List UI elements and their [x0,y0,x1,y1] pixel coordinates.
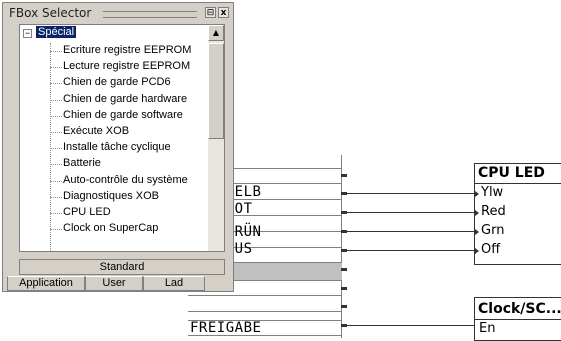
tree-branch-line [50,213,62,214]
input-arrow-icon [475,229,479,235]
tree-branch-line [50,83,62,85]
wire[interactable] [347,325,475,326]
fbox-pin[interactable]: Off [481,242,500,257]
tree-branch-line [50,180,62,182]
fbox-divider [475,319,561,320]
tree-item-label: Installe tâche cyclique [63,141,171,154]
fbox-pin[interactable]: Ylw [481,185,503,200]
close-button[interactable]: x [218,7,229,18]
fbox-pin[interactable]: Grn [481,223,504,238]
tree-item-label: Batterie [63,157,101,170]
input-arrow-icon [475,210,479,216]
fbox-divider [475,183,561,184]
tab-user[interactable]: User [85,276,143,291]
tree-item-label: Chien de garde software [63,108,183,121]
panel-title: FBox Selector [9,6,92,20]
tree-branch-line [50,115,62,117]
fbox-pin[interactable]: En [479,321,495,336]
tab-lad[interactable]: Lad [143,276,205,291]
tree-item-label: CPU LED [63,206,111,218]
tree-item-label: Diagnostiques XOB [63,189,159,202]
restore-button[interactable]: ⊟ [205,7,216,18]
input-arrow-icon [475,248,479,254]
tree-branch-line [50,67,62,69]
connector-stub[interactable] [341,305,347,308]
panel-titlebar[interactable]: FBox Selector ⊟ x [3,3,233,23]
row-line [188,311,342,312]
connector-stub[interactable] [341,287,347,290]
tree-branch-line [50,164,62,166]
scroll-up-icon[interactable]: ▲ [208,25,224,41]
vertical-scrollbar[interactable]: ▲ [208,25,224,251]
connector-stub[interactable] [341,174,347,177]
tree-item-label: Lecture registre EEPROM [63,60,191,73]
wire[interactable] [347,250,475,251]
scroll-thumb[interactable] [208,43,224,139]
tree-item-label: Chien de garde PCD6 [63,76,171,89]
tree-branch-line [50,229,62,231]
tree-item-label: Auto-contrôle du système [63,173,188,186]
fbox-title: CPU LED [478,165,545,181]
tree-item-label: Clock on SuperCap [63,222,159,235]
fbox-title: Clock/SC... [478,301,561,317]
fbox-selector-panel: FBox Selector ⊟ x − Spécial Ecriture reg… [2,2,234,292]
tree-branch-line [50,196,62,198]
tree-branch-line [50,148,62,150]
fbox-tree[interactable]: − Spécial Ecriture registre EEPROM Lectur… [19,24,225,252]
input-arrow-icon [475,191,479,197]
connector-stub[interactable] [341,268,347,271]
tree-root-label[interactable]: Spécial [36,26,77,38]
collapse-icon[interactable]: − [23,29,32,38]
title-grip [103,11,197,18]
wire[interactable] [347,212,475,213]
wire[interactable] [347,231,475,232]
cpu-led-fbox[interactable]: CPU LED Ylw Red Grn Off [474,163,561,265]
clock-fbox[interactable]: Clock/SC... En [474,297,561,341]
tree-item-label: Ecriture registre EEPROM [63,44,192,56]
tree-branch-line [50,99,62,101]
tree-branch-line [50,51,62,52]
standard-button[interactable]: Standard [19,259,225,275]
tree-item-label: Chien de garde hardware [63,92,188,105]
fbox-pin[interactable]: Red [481,204,506,219]
tab-application[interactable]: Application [7,276,85,291]
tree-branch-line [50,132,62,133]
row-line [188,295,342,296]
tree-item-label: Exécute XOB [63,125,130,137]
signal-label[interactable]: FREIGABE [190,320,261,336]
tree-connector [50,43,52,251]
wire[interactable] [347,193,475,194]
